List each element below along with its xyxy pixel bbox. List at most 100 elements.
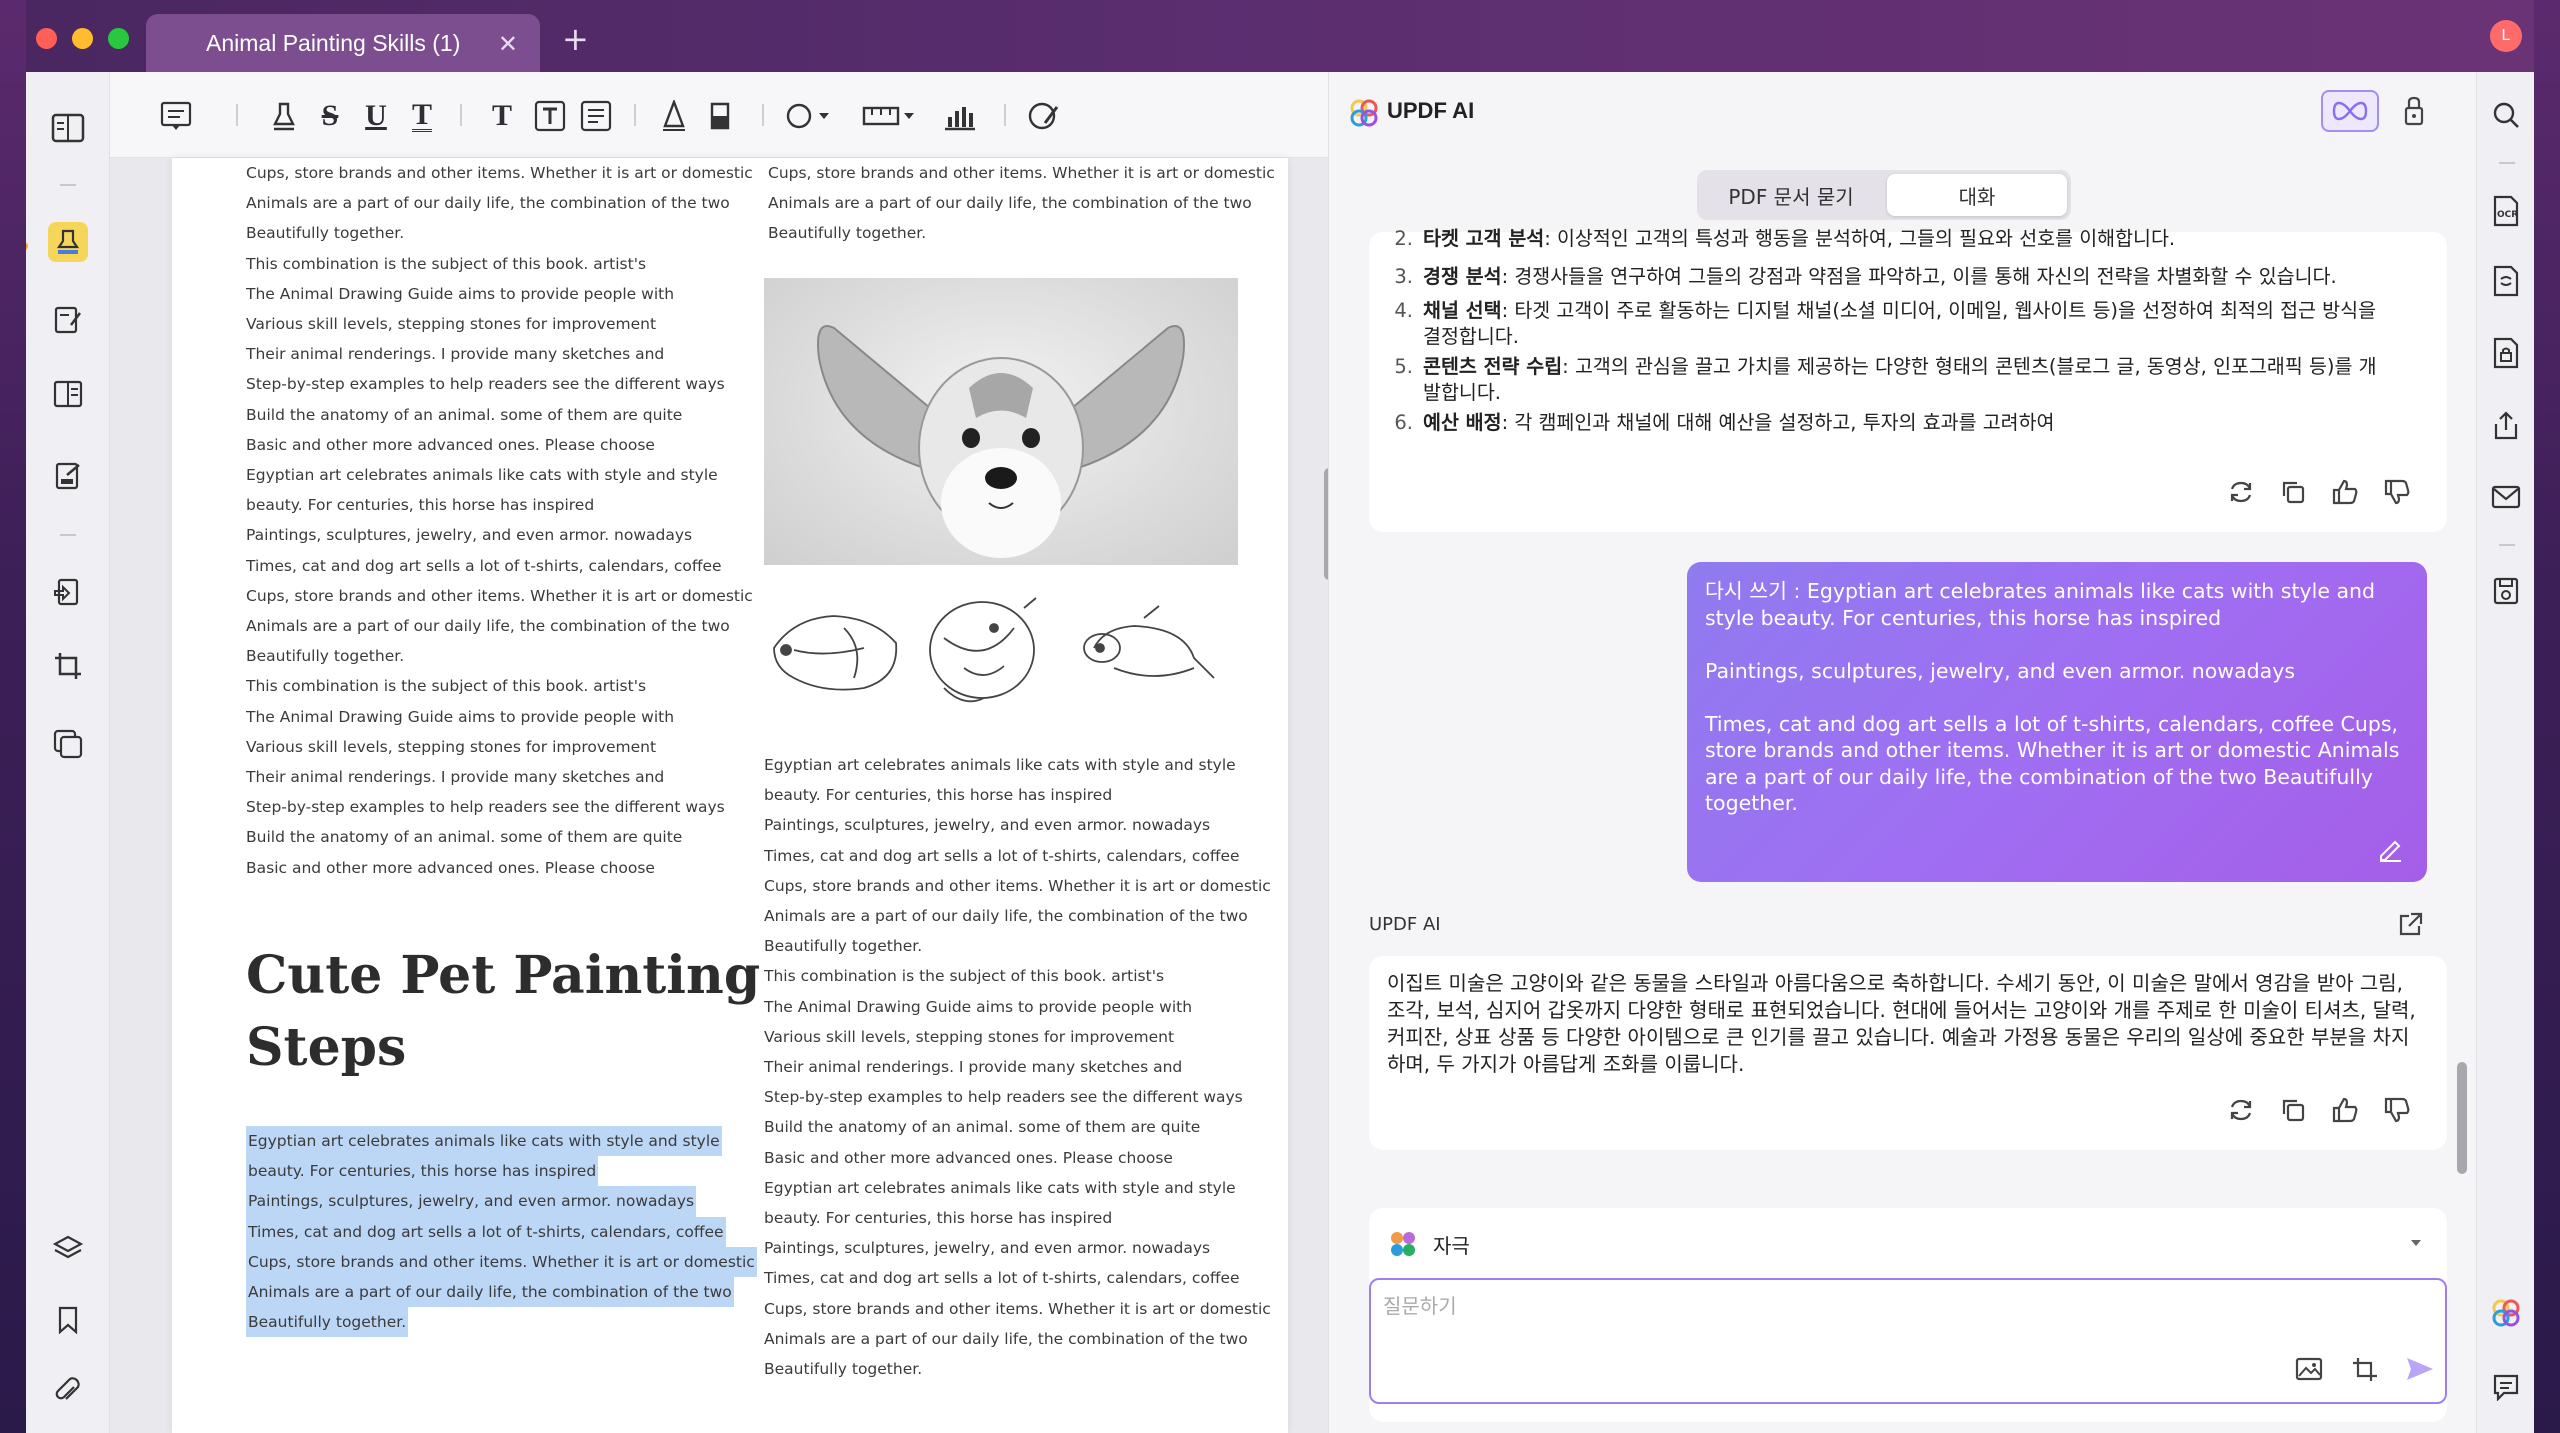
document-viewer: Cups, store brands and other items. Whet… <box>110 158 1334 1433</box>
shape-dropdown-icon[interactable] <box>782 96 842 136</box>
highlight-span[interactable]: Beautifully together. <box>246 1307 409 1338</box>
export-icon[interactable] <box>2397 912 2423 938</box>
underline-icon[interactable]: U <box>356 96 396 136</box>
highlighter-icon[interactable] <box>264 96 304 136</box>
tab-close-icon[interactable]: ✕ <box>498 30 518 59</box>
text-box-icon[interactable] <box>530 96 570 136</box>
comments-icon[interactable] <box>2487 1368 2525 1406</box>
organize-pages-icon[interactable] <box>48 374 88 414</box>
list-term: 콘텐츠 전략 수립 <box>1423 355 1563 378</box>
convert-pdf-icon[interactable] <box>48 572 88 612</box>
ocr-icon[interactable]: OCR <box>2487 192 2525 230</box>
updf-ai-icon[interactable] <box>2487 1294 2525 1332</box>
bookmark-icon[interactable] <box>48 1300 88 1340</box>
thumbs-up-icon[interactable] <box>2331 478 2359 506</box>
share-icon[interactable] <box>2487 406 2525 444</box>
toolbar-divider <box>236 104 238 126</box>
text-line: Step-by-step examples to help readers se… <box>246 375 725 394</box>
pencil-icon[interactable] <box>654 96 694 136</box>
new-tab-button[interactable]: + <box>562 20 589 58</box>
right-column-bottom-text: Egyptian art celebrates animals like cat… <box>764 750 1271 1384</box>
attachment-icon[interactable] <box>48 1372 88 1412</box>
eraser-icon[interactable] <box>700 96 740 136</box>
regenerate-icon[interactable] <box>2227 1096 2255 1124</box>
minimize-window-button[interactable] <box>72 28 93 49</box>
dog-sketches <box>764 588 1238 718</box>
text-line: Animals are a part of our daily life, th… <box>246 1277 757 1308</box>
prompt-dropdown-icon[interactable] <box>2409 1238 2423 1248</box>
text-callout-icon[interactable] <box>576 96 616 136</box>
sticky-note-icon[interactable] <box>156 96 196 136</box>
close-window-button[interactable] <box>36 28 57 49</box>
thumbs-down-icon[interactable] <box>2383 1096 2411 1124</box>
text-icon[interactable]: T <box>482 96 522 136</box>
question-input[interactable] <box>1383 1294 2283 1318</box>
dog-photo <box>764 278 1238 565</box>
previous-ai-response: 2. 타켓 고객 분석: 이상적인 고객의 특성과 행동을 분석하여, 그들의 필… <box>1369 227 2447 532</box>
text-line: Animals are a part of our daily life, th… <box>246 194 730 213</box>
regenerate-icon[interactable] <box>2227 478 2255 506</box>
list-term: 예산 배정 <box>1423 411 1502 434</box>
copy-icon[interactable] <box>2279 478 2307 506</box>
list-description: : 경쟁사들을 연구하여 그들의 강점과 약점을 파악하고, 이를 통해 자신의… <box>1501 265 2337 288</box>
save-icon[interactable] <box>2487 572 2525 610</box>
tab-ask-pdf[interactable]: PDF 문서 묻기 <box>1701 174 1881 216</box>
thumbs-down-icon[interactable] <box>2383 478 2411 506</box>
text-line: Beautifully together. <box>246 1307 757 1338</box>
list-term: 타켓 고객 분석 <box>1423 227 1545 250</box>
layers-icon[interactable] <box>48 1228 88 1268</box>
privacy-icon[interactable] <box>2401 96 2427 128</box>
highlight-span[interactable]: Paintings, sculptures, jewelry, and even… <box>246 1186 697 1217</box>
crop-pages-icon[interactable] <box>48 646 88 686</box>
list-term: 경쟁 분석 <box>1423 265 1502 288</box>
send-icon[interactable] <box>2405 1356 2435 1382</box>
stamp-chart-icon[interactable] <box>940 96 980 136</box>
highlighted-text[interactable]: Egyptian art celebrates animals like cat… <box>246 1126 757 1338</box>
prompt-mode-label[interactable]: 자극 <box>1433 1230 1470 1259</box>
copy-icon[interactable] <box>2279 1096 2307 1124</box>
ai-title: UPDF AI <box>1387 98 1475 123</box>
text-line: The Animal Drawing Guide aims to provide… <box>764 997 1193 1016</box>
response-actions <box>2227 478 2411 506</box>
question-input-area[interactable] <box>1369 1278 2447 1404</box>
edit-pdf-icon[interactable] <box>48 300 88 340</box>
infinity-mode-icon[interactable] <box>2321 90 2379 132</box>
toolbar-divider <box>1004 104 1006 126</box>
text-line: Egyptian art celebrates animals like cat… <box>246 466 718 485</box>
strikethrough-icon[interactable]: S <box>310 96 350 136</box>
highlight-span[interactable]: beauty. For centuries, this horse has in… <box>246 1156 599 1187</box>
highlight-span[interactable]: Cups, store brands and other items. Whet… <box>246 1246 757 1278</box>
text-line: Times, cat and dog art sells a lot of t-… <box>764 846 1240 865</box>
pdf-page: Cups, store brands and other items. Whet… <box>172 158 1288 1433</box>
signature-icon[interactable] <box>1024 96 1064 136</box>
batch-pdfs-icon[interactable] <box>48 724 88 764</box>
search-icon[interactable] <box>2487 96 2525 134</box>
email-icon[interactable] <box>2487 478 2525 516</box>
sidebar-divider <box>2499 162 2515 164</box>
text-line: Cups, store brands and other items. Whet… <box>768 164 1275 182</box>
highlight-span[interactable]: Times, cat and dog art sells a lot of t-… <box>246 1216 726 1247</box>
squiggly-icon[interactable]: T <box>402 96 442 136</box>
highlight-span[interactable]: Animals are a part of our daily life, th… <box>246 1277 734 1308</box>
avatar[interactable]: L <box>2490 20 2522 52</box>
maximize-window-button[interactable] <box>108 28 129 49</box>
thumbs-up-icon[interactable] <box>2331 1096 2359 1124</box>
convert-icon[interactable] <box>2487 262 2525 300</box>
text-line: Beautifully together. <box>768 224 927 243</box>
tab-chat[interactable]: 대화 <box>1887 174 2067 216</box>
reader-mode-icon[interactable] <box>48 108 88 148</box>
chat-scrollbar[interactable] <box>2457 1062 2467 1174</box>
text-line: Paintings, sculptures, jewelry, and even… <box>246 1186 757 1217</box>
fill-sign-icon[interactable] <box>48 456 88 496</box>
protect-icon[interactable] <box>2487 334 2525 372</box>
highlight-span[interactable]: Egyptian art celebrates animals like cat… <box>246 1126 722 1157</box>
measure-dropdown-icon[interactable] <box>860 96 920 136</box>
edit-message-icon[interactable] <box>2377 836 2403 862</box>
screenshot-icon[interactable] <box>2351 1356 2379 1382</box>
image-upload-icon[interactable] <box>2295 1356 2323 1382</box>
document-tab[interactable]: Animal Painting Skills (1) ✕ <box>146 14 540 72</box>
text-line: Basic and other more advanced ones. Plea… <box>246 435 655 454</box>
text-line: Build the anatomy of an animal. some of … <box>246 405 683 424</box>
comment-highlighter-icon[interactable] <box>48 222 88 262</box>
ai-answer-label: UPDF AI <box>1369 914 1441 935</box>
